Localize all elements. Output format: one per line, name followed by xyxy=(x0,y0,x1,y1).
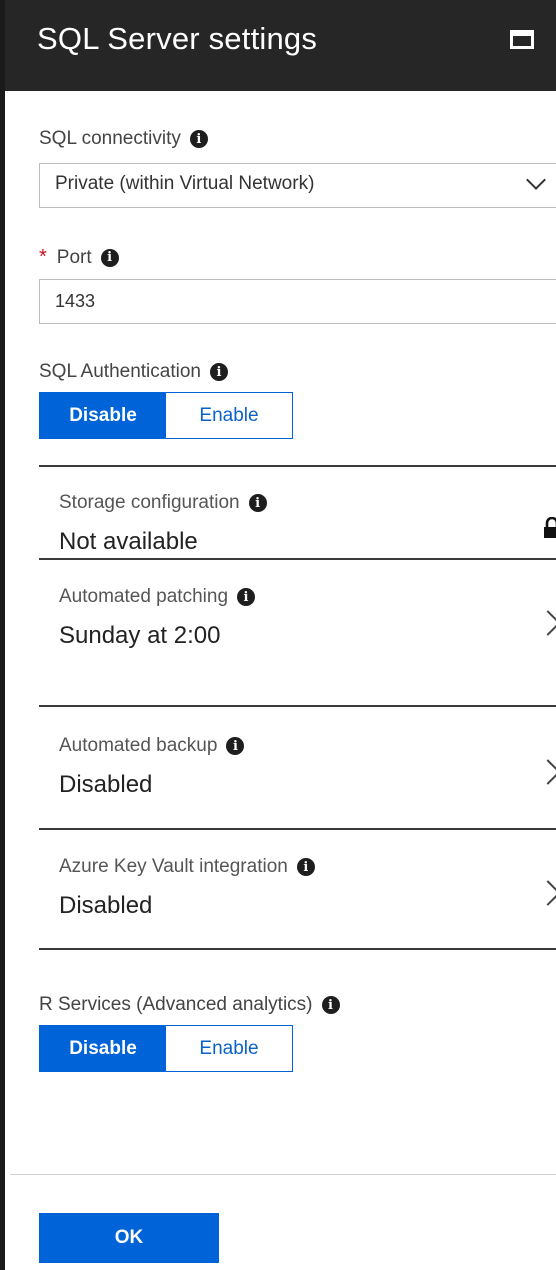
chevron-down-icon xyxy=(526,170,546,190)
info-icon[interactable]: i xyxy=(296,858,315,876)
info-icon[interactable]: i xyxy=(189,130,208,148)
sql-connectivity-label: SQL connectivity xyxy=(39,128,181,149)
sql-auth-enable-button[interactable]: Enable xyxy=(166,393,292,438)
r-services-label-row: R Services (Advanced analytics) i xyxy=(39,994,340,1016)
info-icon[interactable]: i xyxy=(100,248,119,267)
r-services-disable-button[interactable]: Disable xyxy=(40,1026,166,1071)
sql-connectivity-selected: Private (within Virtual Network) xyxy=(55,173,315,194)
r-services-enable-button[interactable]: Enable xyxy=(166,1026,292,1071)
sql-connectivity-label-row: SQL connectivity i xyxy=(39,128,208,150)
sql-authentication-label-row: SQL Authentication i xyxy=(39,361,228,383)
blade-header: SQL Server settings xyxy=(5,0,556,91)
r-services-toggle: Disable Enable xyxy=(39,1025,293,1072)
lock-icon xyxy=(544,517,556,538)
required-star: * xyxy=(39,246,47,268)
automated-patching-label: Automated patching xyxy=(59,586,229,607)
sql-authentication-toggle: Disable Enable xyxy=(39,392,293,439)
info-icon[interactable]: i xyxy=(226,737,245,755)
section-label-row: Storage configuration i xyxy=(59,492,267,514)
port-label: Port xyxy=(56,246,92,268)
sql-authentication-label: SQL Authentication xyxy=(39,361,201,382)
automated-backup-value: Disabled xyxy=(59,771,153,798)
automated-backup-label: Automated backup xyxy=(59,735,218,756)
blade-title: SQL Server settings xyxy=(37,21,318,56)
info-icon[interactable]: i xyxy=(237,588,256,606)
chevron-right-icon xyxy=(535,610,556,636)
automated-patching-value: Sunday at 2:00 xyxy=(59,622,221,649)
port-label-row: * Port i xyxy=(39,246,119,269)
section-label-row: Automated patching i xyxy=(59,586,256,608)
azure-key-vault-value: Disabled xyxy=(59,892,153,919)
section-divider xyxy=(39,828,556,830)
section-divider xyxy=(39,558,556,560)
azure-key-vault-label: Azure Key Vault integration xyxy=(59,856,288,877)
footer-divider xyxy=(10,1174,556,1175)
section-label-row: Azure Key Vault integration i xyxy=(59,856,315,878)
ok-button[interactable]: OK xyxy=(39,1213,219,1263)
r-services-label: R Services (Advanced analytics) xyxy=(39,994,313,1015)
sql-connectivity-dropdown[interactable]: Private (within Virtual Network) xyxy=(39,163,556,208)
section-divider xyxy=(39,705,556,707)
section-divider xyxy=(39,948,556,950)
storage-configuration-value: Not available xyxy=(59,528,198,555)
automated-backup-row[interactable]: Automated backup i Disabled xyxy=(39,735,556,827)
chevron-right-icon xyxy=(535,759,556,785)
chevron-right-icon xyxy=(535,880,556,906)
info-icon[interactable]: i xyxy=(248,494,267,512)
maximize-icon[interactable] xyxy=(510,30,534,49)
section-divider xyxy=(39,465,556,467)
port-value: 1433 xyxy=(55,291,96,311)
section-label-row: Automated backup i xyxy=(59,735,245,757)
info-icon[interactable]: i xyxy=(209,363,228,381)
info-icon[interactable]: i xyxy=(321,996,340,1014)
sql-auth-disable-button[interactable]: Disable xyxy=(40,393,166,438)
port-input[interactable]: 1433 xyxy=(39,279,556,324)
automated-patching-row[interactable]: Automated patching i Sunday at 2:00 xyxy=(39,586,556,678)
azure-key-vault-row[interactable]: Azure Key Vault integration i Disabled xyxy=(39,856,556,948)
sql-server-settings-blade: SQL Server settings SQL connectivity i P… xyxy=(0,0,556,1270)
storage-configuration-row: Storage configuration i Not available xyxy=(39,492,556,584)
storage-configuration-label: Storage configuration xyxy=(59,492,240,513)
